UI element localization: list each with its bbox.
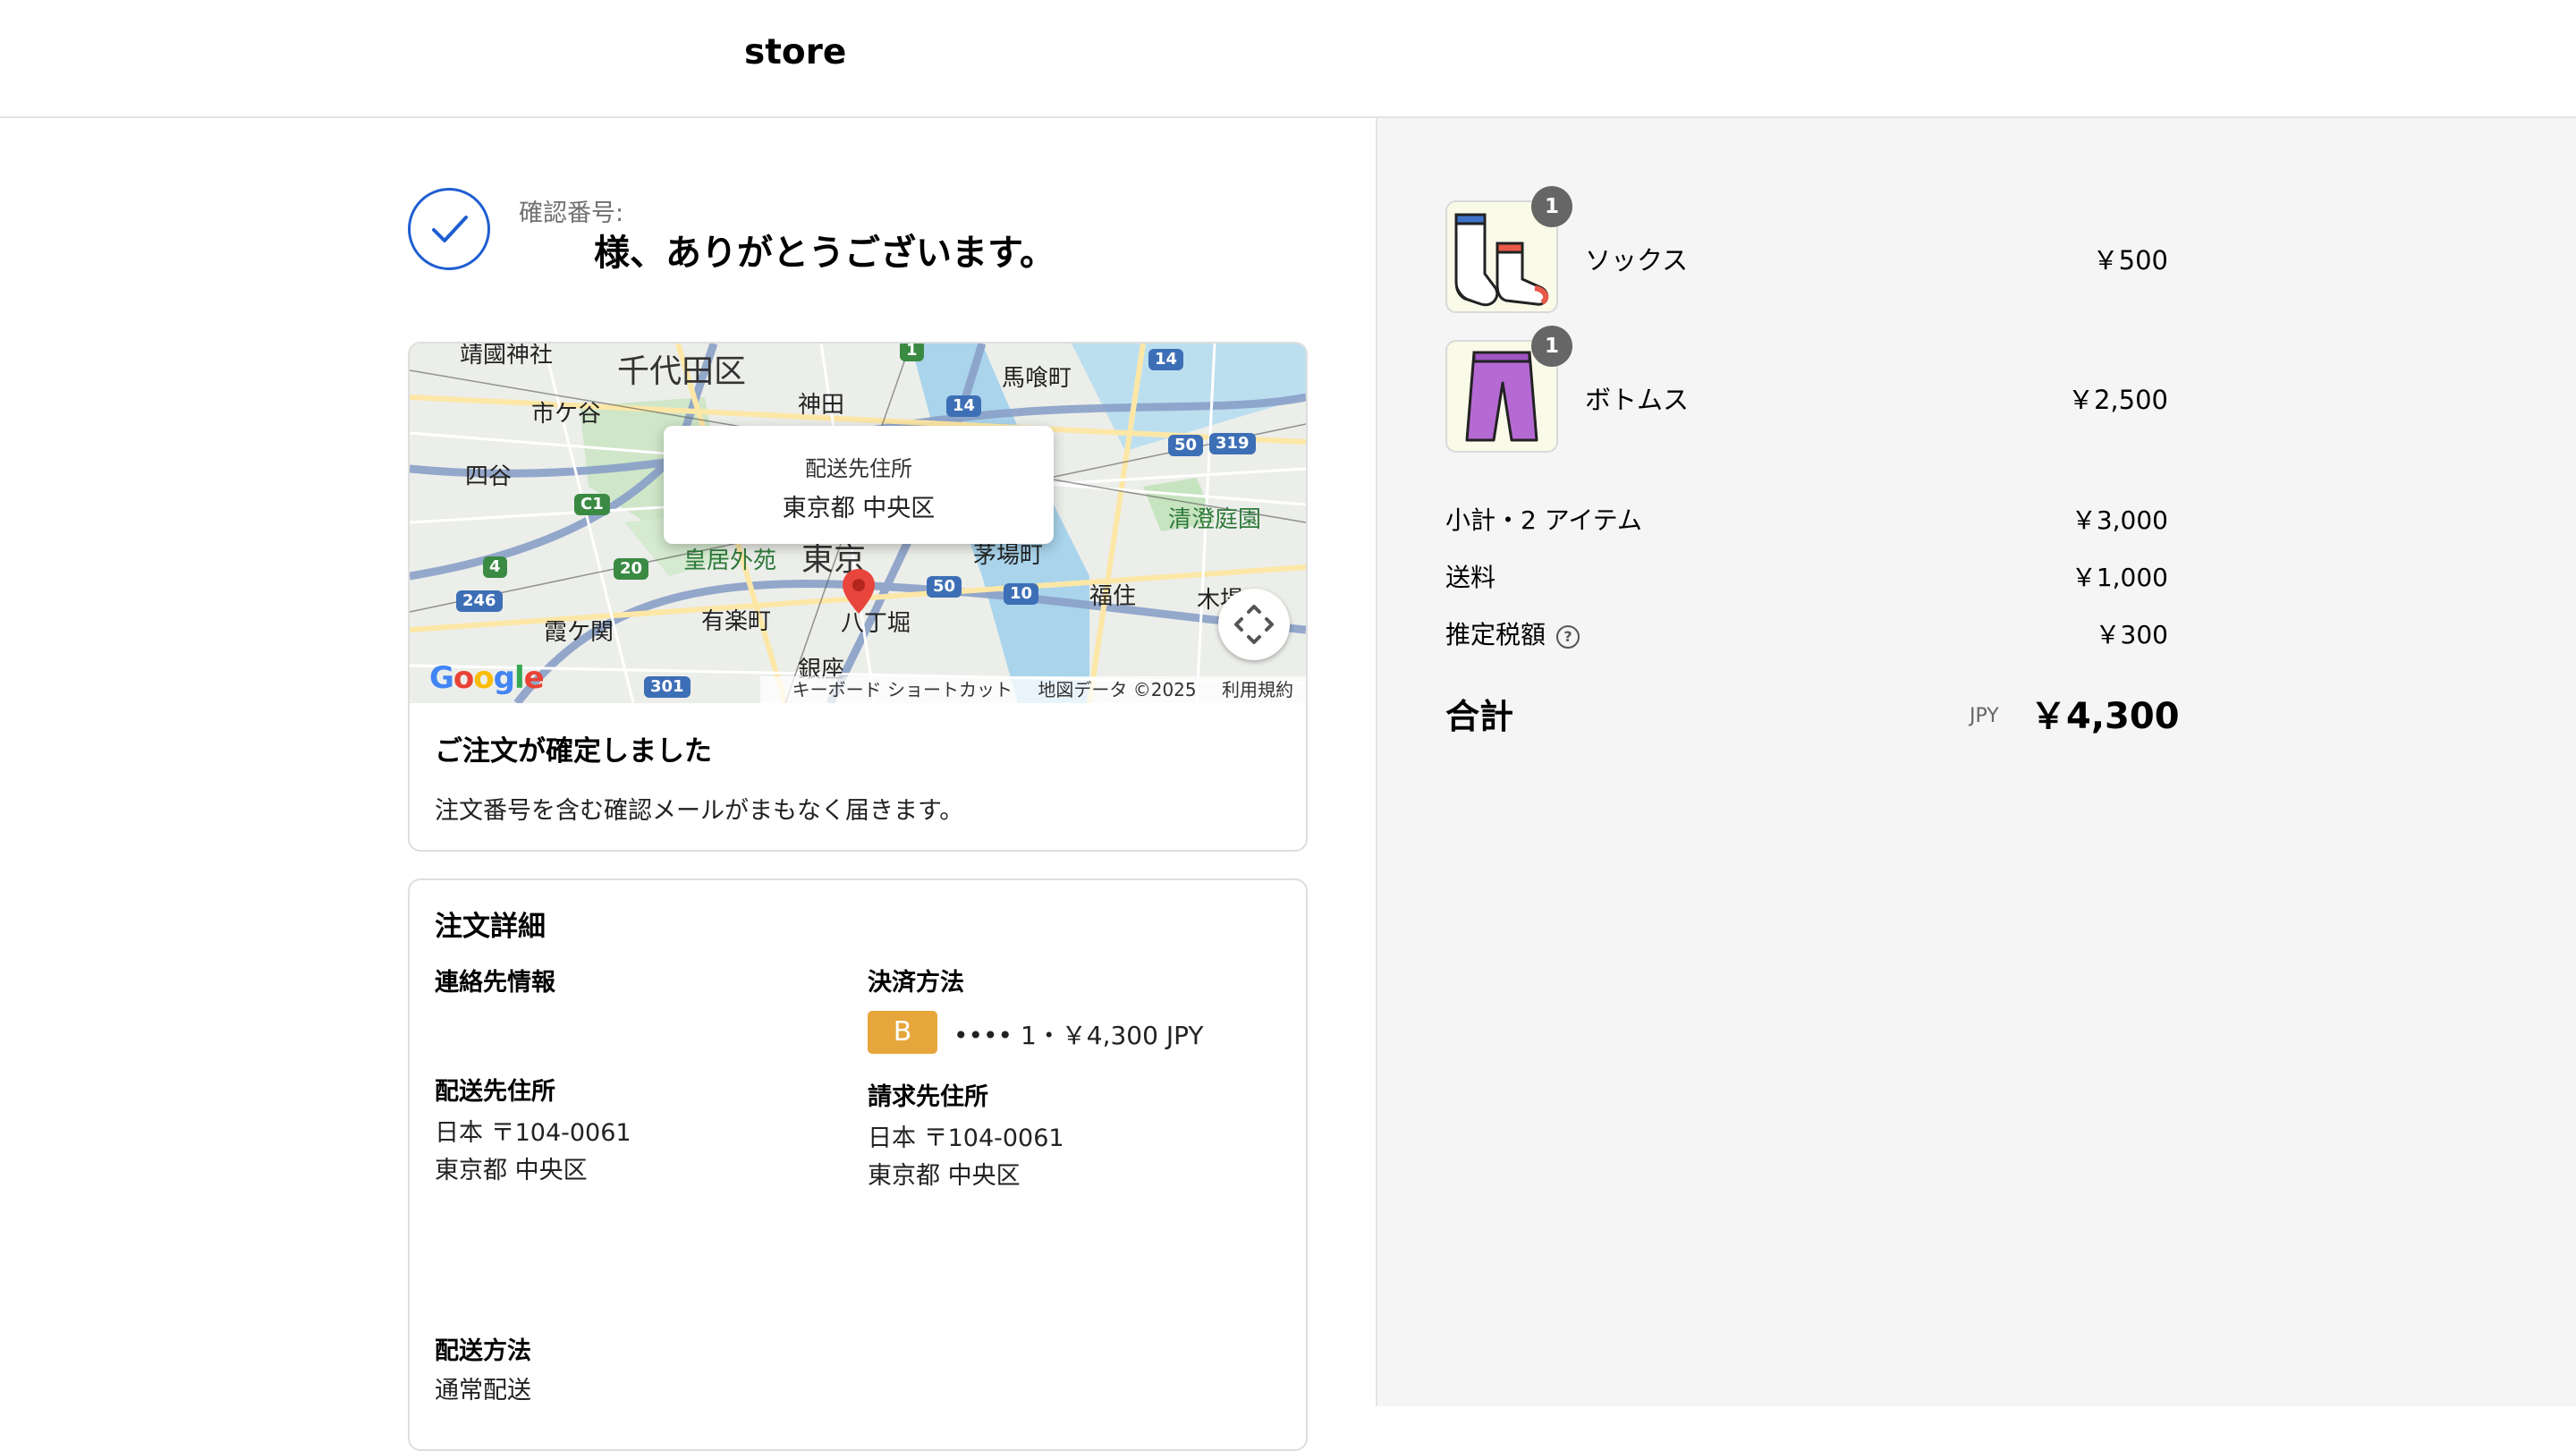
map-label-kanda: 神田 [798, 392, 845, 419]
route-badge: C1 [574, 494, 610, 515]
payment-heading: 決済方法 [868, 969, 964, 997]
store-logo[interactable]: store [744, 32, 846, 72]
shipping-method-value: 通常配送 [435, 1377, 531, 1404]
shipping-address-line2: 東京都 中央区 [435, 1157, 588, 1184]
shipping-address-heading: 配送先住所 [435, 1078, 555, 1106]
route-badge: 319 [1209, 433, 1256, 454]
fullscreen-button[interactable] [1218, 589, 1290, 660]
map-label-yurakucho: 有楽町 [701, 608, 772, 635]
quantity-badge: 1 [1531, 186, 1572, 227]
order-details-title: 注文詳細 [435, 911, 546, 943]
subtotal-value: ￥3,000 [2071, 505, 2168, 535]
shipping-method-heading: 配送方法 [435, 1337, 531, 1365]
payment-text: •••• 1・￥4,300 JPY [953, 1021, 1204, 1050]
header: store [0, 0, 2576, 118]
payment-brand-icon: B [868, 1011, 937, 1054]
route-badge: 301 [644, 676, 691, 698]
shipping-address-tooltip: 配送先住所 東京都 中央区 [664, 426, 1054, 544]
map-label-chiyoda: 千代田区 [617, 353, 747, 390]
order-summary-panel [1376, 118, 2576, 1406]
expand-icon [1234, 605, 1274, 644]
total-currency: JPY [1970, 705, 1999, 727]
contact-heading: 連絡先情報 [435, 969, 555, 997]
billing-address-line2: 東京都 中央区 [868, 1162, 1021, 1190]
tax-value: ￥300 [2095, 620, 2168, 649]
shipping-label: 送料 [1445, 563, 1496, 592]
map-data-text: 地図データ ©2025 [1038, 679, 1197, 700]
billing-address-line1: 日本 〒104-0061 [868, 1124, 1064, 1152]
route-badge: 50 [927, 576, 962, 598]
location-pin-icon[interactable] [843, 569, 875, 617]
route-badge: 1 [900, 344, 924, 361]
shipping-address-line1: 日本 〒104-0061 [435, 1119, 631, 1147]
order-details-card: 注文詳細 連絡先情報 決済方法 B •••• 1・￥4,300 JPY 配送先住… [408, 878, 1308, 1451]
route-badge: 10 [1004, 583, 1039, 605]
map-label-kasumigaseki: 霞ケ関 [544, 619, 614, 646]
map-card: 千代田区 神田 市ケ谷 四谷 馬喰町 清澄庭園 皇居外苑 東京 茅場町 霞ケ関 … [408, 342, 1308, 852]
item-name: ソックス [1585, 245, 1689, 276]
route-badge: 14 [1148, 349, 1184, 370]
map-label-yasukuni: 靖國神社 [460, 344, 554, 369]
terms-link[interactable]: 利用規約 [1222, 679, 1293, 700]
order-confirmed-body: 注文番号を含む確認メールがまもなく届きます。 [435, 797, 964, 825]
keyboard-shortcuts-link[interactable]: キーボード ショートカット [792, 679, 1013, 700]
tax-label: 推定税額 [1445, 620, 1546, 649]
tax-row: 推定税額? [1445, 615, 1580, 651]
check-circle-icon [408, 188, 490, 270]
total-label: 合計 [1445, 697, 1514, 736]
map-attribution: キーボード ショートカット 地図データ ©2025 利用規約 [759, 676, 1306, 703]
order-confirmed-title: ご注文が確定しました [435, 735, 712, 768]
route-badge: 4 [483, 556, 507, 578]
item-price: ￥2,500 [2067, 385, 2168, 415]
help-icon[interactable]: ? [1556, 625, 1580, 649]
subtotal-label: 小計・2 アイテム [1445, 505, 1642, 535]
delivery-map[interactable]: 千代田区 神田 市ケ谷 四谷 馬喰町 清澄庭園 皇居外苑 東京 茅場町 霞ケ関 … [410, 344, 1306, 703]
item-name: ボトムス [1585, 385, 1690, 415]
quantity-badge: 1 [1531, 326, 1572, 367]
thank-you-heading: 様、ありがとうございます。 [594, 233, 1055, 274]
route-badge: 20 [614, 558, 649, 580]
billing-address-heading: 請求先住所 [868, 1083, 988, 1111]
tooltip-title: 配送先住所 [805, 456, 912, 481]
map-label-yotsuya: 四谷 [465, 463, 513, 490]
shipping-value: ￥1,000 [2071, 563, 2168, 592]
item-price: ￥500 [2092, 245, 2168, 276]
map-label-kiyosumi: 清澄庭園 [1168, 506, 1262, 533]
tooltip-address: 東京都 中央区 [782, 495, 936, 522]
map-label-ichigaya: 市ケ谷 [531, 401, 602, 428]
map-label-bakurocho: 馬喰町 [1002, 365, 1072, 392]
route-badge: 246 [456, 590, 503, 612]
map-label-fukuzumi: 福住 [1089, 583, 1137, 610]
route-badge: 14 [946, 395, 982, 417]
total-value: ￥4,300 [2030, 696, 2180, 737]
route-badge: 50 [1168, 435, 1204, 456]
google-logo: Google [429, 660, 545, 696]
map-label-kokyo: 皇居外苑 [683, 547, 777, 574]
